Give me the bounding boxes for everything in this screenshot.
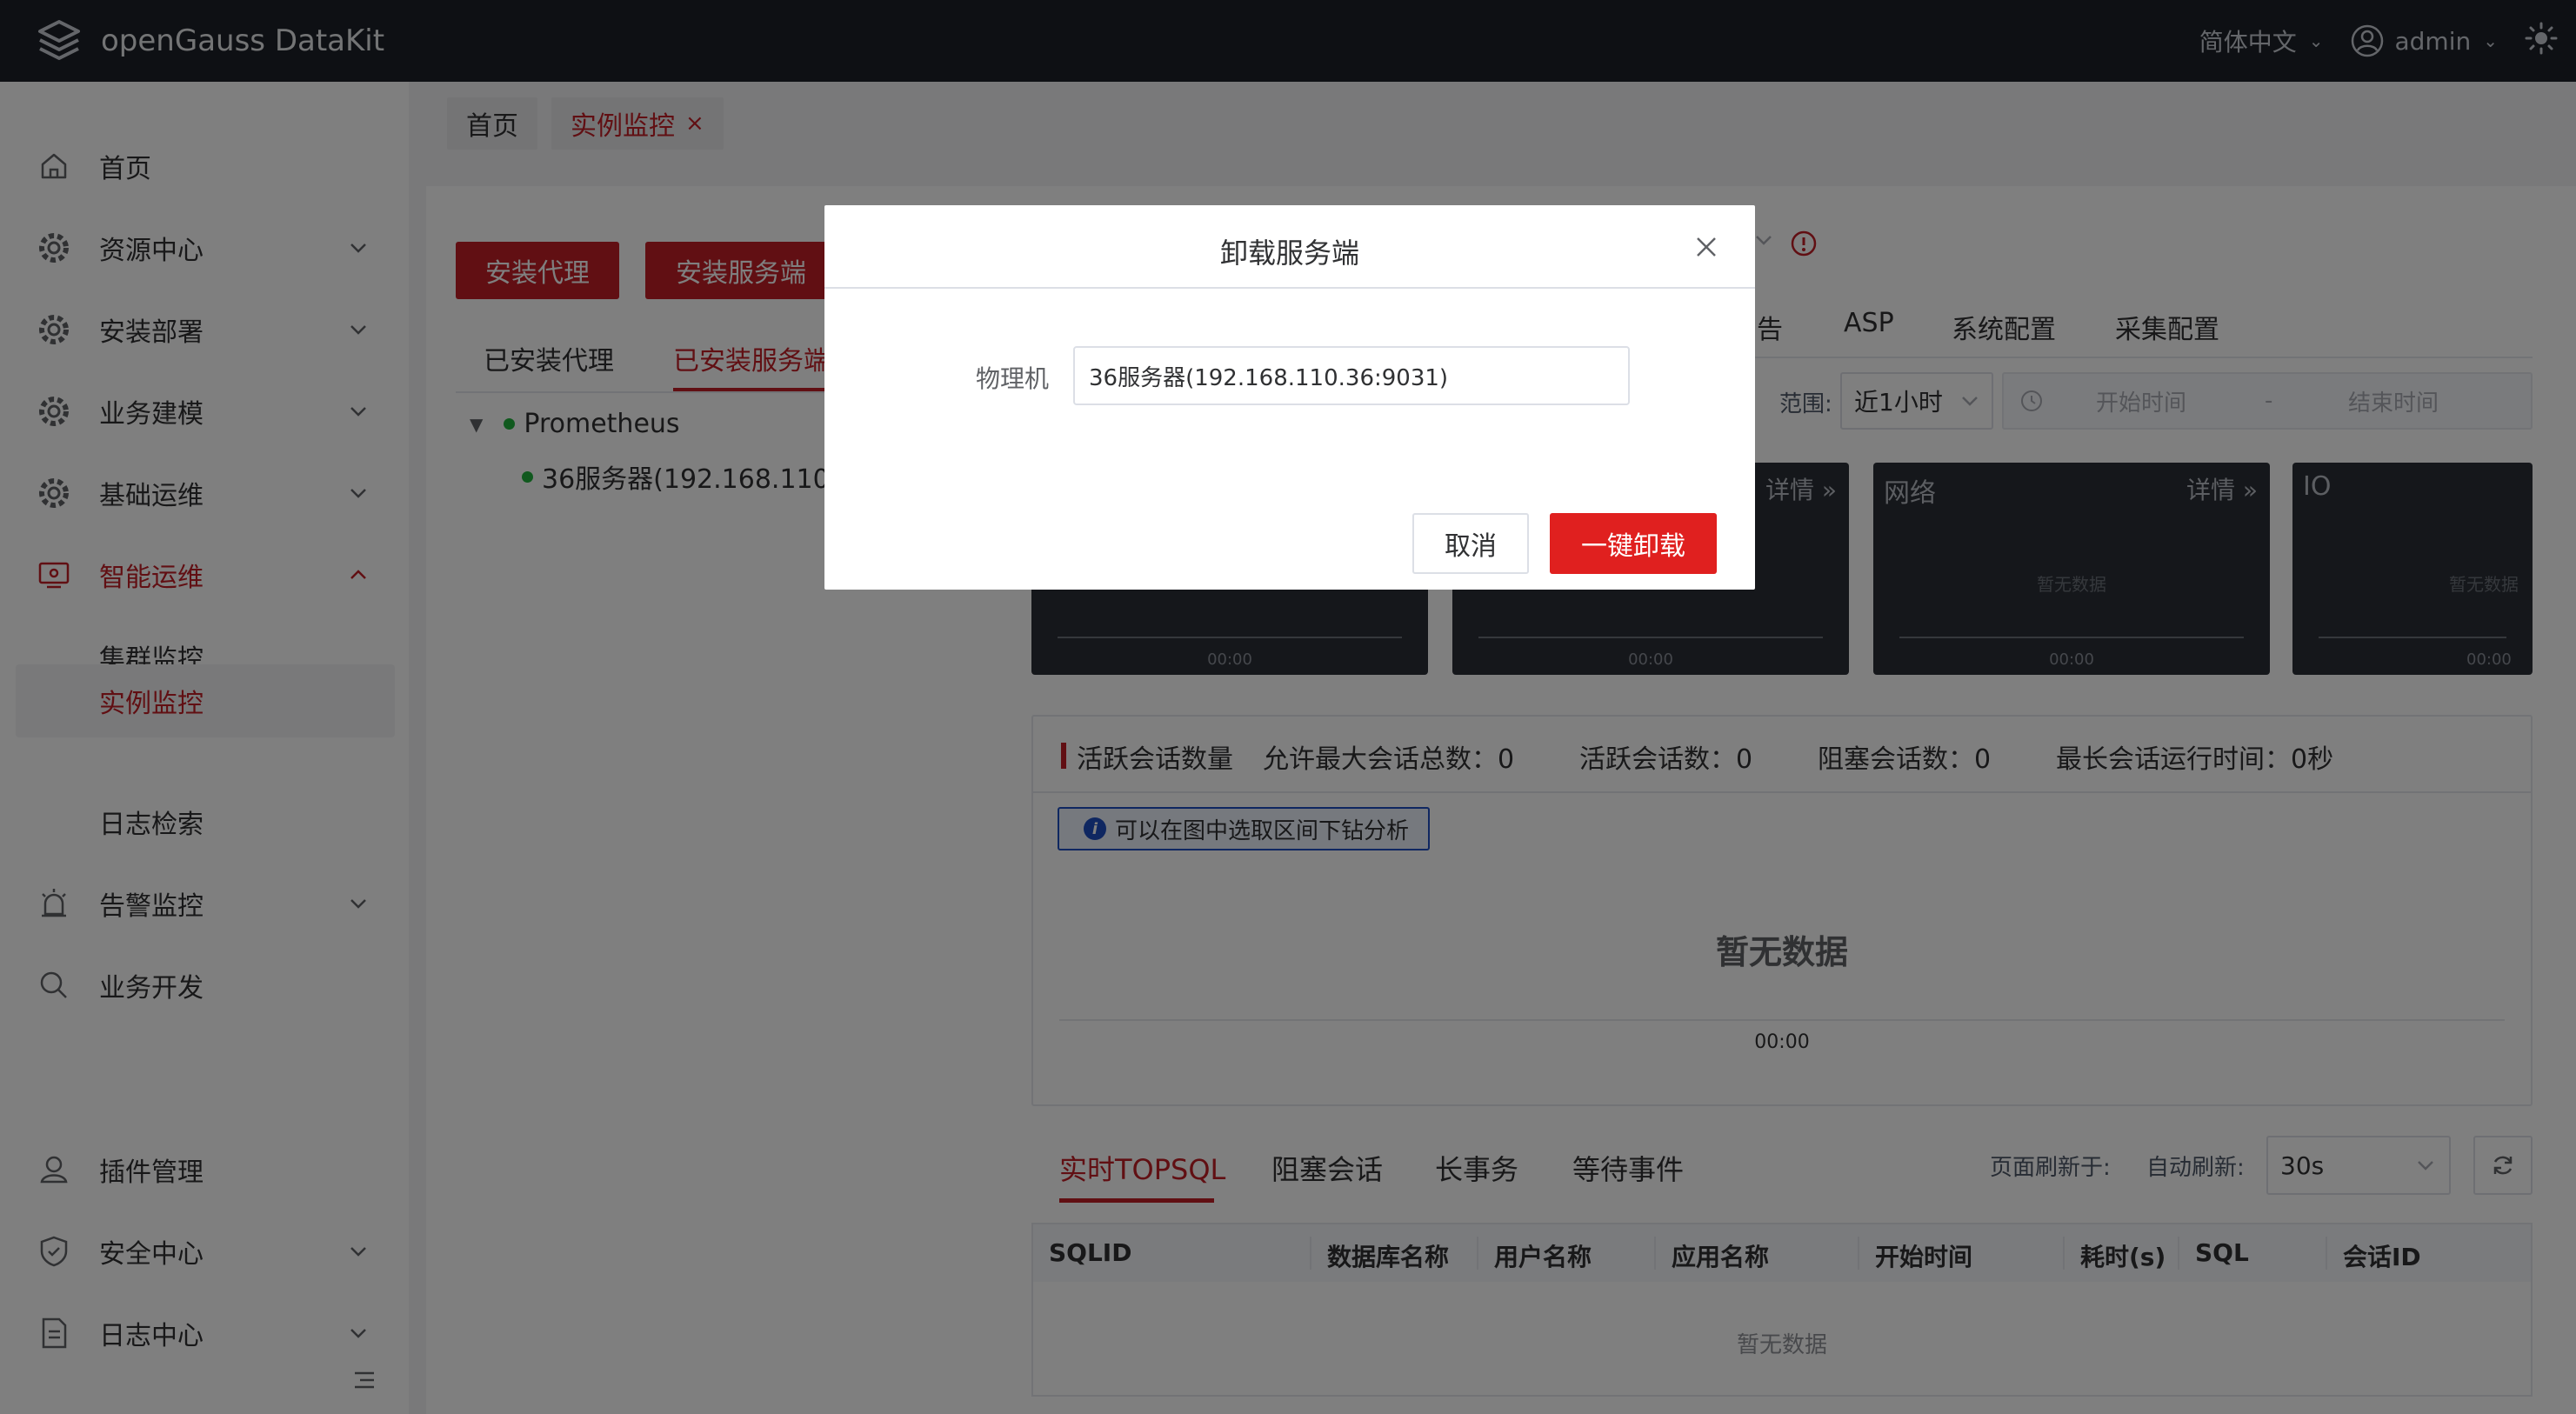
- cancel-button[interactable]: 取消: [1412, 513, 1529, 574]
- physical-machine-field[interactable]: 36服务器(192.168.110.36:9031): [1073, 346, 1630, 405]
- physical-machine-label: 物理机: [976, 364, 1050, 393]
- uninstall-server-dialog: 卸载服务端 物理机 36服务器(192.168.110.36:9031) 取消 …: [824, 205, 1755, 590]
- close-icon[interactable]: [1694, 235, 1718, 259]
- dialog-title: 卸载服务端: [1219, 237, 1359, 270]
- uninstall-button[interactable]: 一键卸载: [1550, 513, 1717, 574]
- dialog-header: 卸载服务端: [824, 205, 1755, 289]
- physical-machine-value: 36服务器(192.168.110.36:9031): [1089, 364, 1449, 391]
